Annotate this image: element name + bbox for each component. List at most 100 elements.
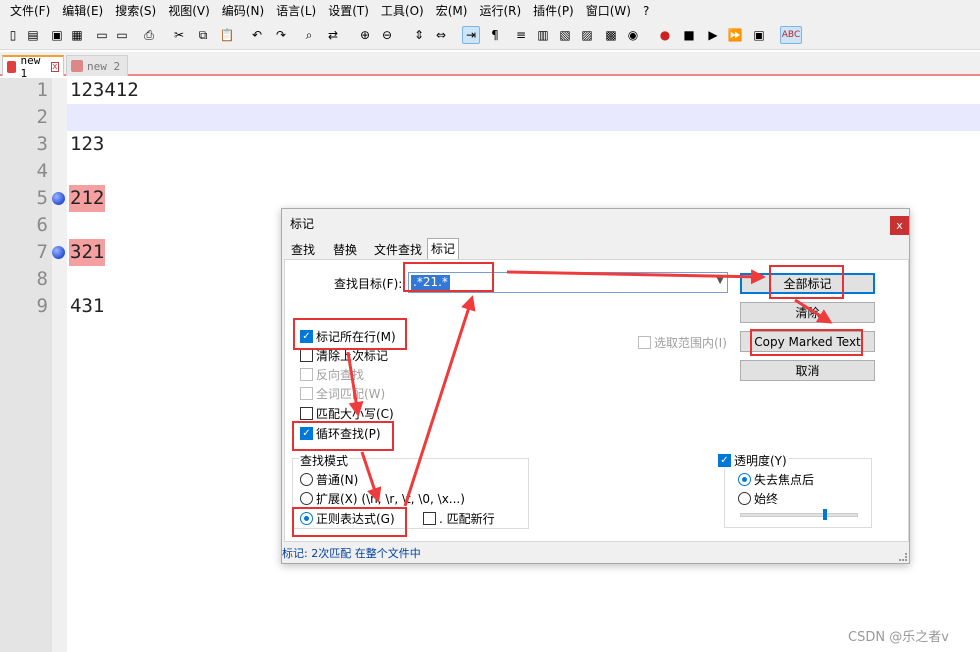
backward-checkbox[interactable]: 反向查找 bbox=[300, 366, 364, 383]
resize-grip-icon[interactable] bbox=[899, 553, 907, 561]
line-text: 321 bbox=[69, 239, 106, 266]
bookmark-icon[interactable] bbox=[52, 246, 65, 259]
transparency-slider[interactable] bbox=[740, 513, 858, 517]
purge-checkbox[interactable]: 清除上次标记 bbox=[300, 347, 388, 364]
menu-item[interactable]: 窗口(W) bbox=[580, 0, 637, 22]
status-text: 标记: 2次匹配 在整个文件中 bbox=[282, 547, 421, 560]
editor-line[interactable]: 2 bbox=[0, 104, 980, 131]
save-macro-icon[interactable]: ▣ bbox=[750, 26, 768, 44]
line-number: 3 bbox=[36, 133, 48, 155]
in-selection-checkbox[interactable]: 选取范围内(I) bbox=[638, 334, 727, 351]
tab-mark[interactable]: 标记 bbox=[427, 238, 460, 260]
tab-label: new 1 bbox=[20, 53, 41, 80]
tab-close-icon[interactable]: x bbox=[50, 61, 59, 72]
monitor-icon[interactable]: ◉ bbox=[624, 26, 642, 44]
menu-item[interactable]: ? bbox=[637, 0, 655, 22]
save-all-icon[interactable]: ▦ bbox=[68, 26, 86, 44]
tab-label: new 2 bbox=[87, 59, 121, 73]
play-icon[interactable]: ▶ bbox=[704, 26, 722, 44]
tab-new-2[interactable]: new 2 bbox=[66, 55, 128, 76]
menu-item[interactable]: 搜索(S) bbox=[109, 0, 162, 22]
close-icon[interactable]: x bbox=[890, 216, 909, 235]
menu-item[interactable]: 插件(P) bbox=[527, 0, 580, 22]
match-case-checkbox[interactable]: 匹配大小写(C) bbox=[300, 405, 394, 422]
tab-find[interactable]: 查找 bbox=[288, 240, 318, 260]
line-number: 7 bbox=[36, 241, 48, 263]
line-number: 1 bbox=[36, 79, 48, 101]
menu-item[interactable]: 视图(V) bbox=[162, 0, 216, 22]
menu-item[interactable]: 编码(N) bbox=[216, 0, 270, 22]
dialog-title: 标记 bbox=[290, 217, 315, 231]
menu-item[interactable]: 语言(L) bbox=[270, 0, 322, 22]
folder-ws-icon[interactable]: ▩ bbox=[602, 26, 620, 44]
save-icon[interactable]: ▣ bbox=[48, 26, 66, 44]
tab-new-1[interactable]: new 1 x bbox=[2, 54, 64, 80]
editor-line[interactable]: 3 123 bbox=[0, 131, 980, 158]
line-text: 431 bbox=[70, 295, 105, 317]
copy-marked-text-button[interactable]: Copy Marked Text bbox=[740, 331, 875, 352]
mode-regex-radio[interactable]: 正则表达式(G) bbox=[300, 510, 395, 527]
new-icon[interactable]: ▯ bbox=[4, 26, 22, 44]
bookmark-icon[interactable] bbox=[52, 192, 65, 205]
transparency-slider-thumb[interactable] bbox=[823, 509, 827, 520]
play-multi-icon[interactable]: ⏩ bbox=[726, 26, 744, 44]
menu-item[interactable]: 工具(O) bbox=[375, 0, 430, 22]
mode-extended-radio[interactable]: 扩展(X) (\n, \r, \t, \0, \x...) bbox=[300, 490, 465, 507]
whole-word-checkbox[interactable]: 全词匹配(W) bbox=[300, 385, 385, 402]
transparency-always-radio[interactable]: 始终 bbox=[738, 490, 778, 507]
file-modified-icon bbox=[71, 60, 83, 72]
sync-v-icon[interactable]: ⇕ bbox=[410, 26, 428, 44]
cut-icon[interactable]: ✂ bbox=[170, 26, 188, 44]
zoom-in-icon[interactable]: ⊕ bbox=[356, 26, 374, 44]
menu-item[interactable]: 宏(M) bbox=[430, 0, 474, 22]
cancel-button[interactable]: 取消 bbox=[740, 360, 875, 381]
menu-item[interactable]: 文件(F) bbox=[4, 0, 56, 22]
udl-icon[interactable]: ▥ bbox=[534, 26, 552, 44]
show-all-icon[interactable]: ¶ bbox=[486, 26, 504, 44]
chevron-down-icon[interactable]: ▼ bbox=[716, 275, 724, 286]
close-icon[interactable]: ▭ bbox=[93, 26, 111, 44]
mode-normal-radio[interactable]: 普通(N) bbox=[300, 471, 358, 488]
line-text: 212 bbox=[69, 185, 106, 212]
editor-line[interactable]: 4 bbox=[0, 158, 980, 185]
sync-h-icon[interactable]: ⇔ bbox=[432, 26, 450, 44]
close-all-icon[interactable]: ▭ bbox=[113, 26, 131, 44]
editor-line[interactable]: 1 123412 bbox=[0, 77, 980, 104]
print-icon[interactable]: ⎙ bbox=[140, 26, 158, 44]
find-input[interactable]: .*21.* ▼ bbox=[408, 272, 728, 293]
bookmark-line-checkbox[interactable]: ✓ 标记所在行(M) bbox=[300, 328, 396, 345]
toolbar: ▯ ▤ ▣ ▦ ▭ ▭ ⎙ ✂ ⧉ 📋 ↶ ↷ ⌕ ⇄ ⊕ ⊖ ⇕ ⇔ ⇥ ¶ ≡ ▥ ▧ ▨ ▩ ◉ ● ■ ▶ ⏩ ▣ ABC bbox=[0, 22, 980, 50]
zoom-out-icon[interactable]: ⊖ bbox=[378, 26, 396, 44]
menu-item[interactable]: 设置(T) bbox=[322, 0, 375, 22]
transparency-checkbox[interactable]: ✓ 透明度(Y) bbox=[718, 452, 789, 469]
tab-bar: new 1 x new 2 bbox=[0, 52, 980, 80]
indent-guide-icon[interactable]: ≡ bbox=[512, 26, 530, 44]
mark-all-button[interactable]: 全部标记 bbox=[740, 273, 875, 294]
menu-item[interactable]: 运行(R) bbox=[473, 0, 527, 22]
tab-replace[interactable]: 替换 bbox=[330, 240, 360, 260]
redo-icon[interactable]: ↷ bbox=[272, 26, 290, 44]
doc-map-icon[interactable]: ▧ bbox=[556, 26, 574, 44]
tab-find-in-files[interactable]: 文件查找 bbox=[371, 240, 425, 260]
dot-newline-checkbox[interactable]: . 匹配新行 bbox=[423, 510, 495, 527]
stop-icon[interactable]: ■ bbox=[680, 26, 698, 44]
transparency-lose-focus-radio[interactable]: 失去焦点后 bbox=[738, 471, 814, 488]
func-list-icon[interactable]: ▨ bbox=[578, 26, 596, 44]
open-icon[interactable]: ▤ bbox=[24, 26, 42, 44]
current-line-highlight bbox=[67, 104, 980, 131]
menu-item[interactable]: 编辑(E) bbox=[56, 0, 109, 22]
undo-icon[interactable]: ↶ bbox=[248, 26, 266, 44]
line-number: 5 bbox=[36, 187, 48, 209]
record-icon[interactable]: ● bbox=[656, 26, 674, 44]
find-icon[interactable]: ⌕ bbox=[300, 26, 318, 44]
clear-button[interactable]: 清除 bbox=[740, 302, 875, 323]
line-number: 2 bbox=[36, 106, 48, 128]
paste-icon[interactable]: 📋 bbox=[218, 26, 236, 44]
spellcheck-icon[interactable]: ABC bbox=[780, 26, 802, 44]
copy-icon[interactable]: ⧉ bbox=[194, 26, 212, 44]
wrap-icon[interactable]: ⇥ bbox=[462, 26, 480, 44]
check-icon: ✓ bbox=[300, 427, 313, 440]
replace-icon[interactable]: ⇄ bbox=[324, 26, 342, 44]
watermark: CSDN @乐之者v bbox=[848, 630, 949, 645]
wrap-checkbox[interactable]: ✓ 循环查找(P) bbox=[300, 425, 381, 442]
